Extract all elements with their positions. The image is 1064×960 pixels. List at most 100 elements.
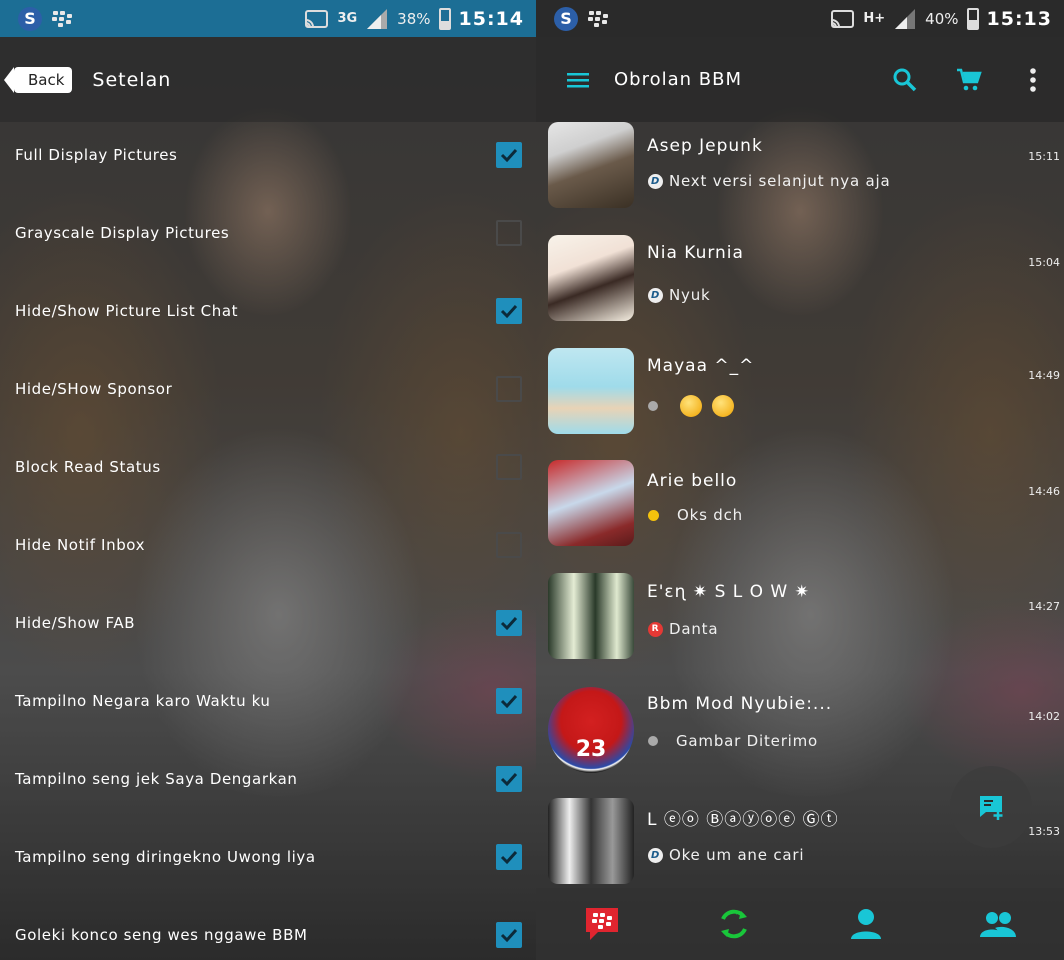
clock: 15:13 — [986, 7, 1052, 30]
setting-checkbox[interactable] — [496, 766, 522, 792]
more-vert-icon[interactable] — [1020, 67, 1046, 93]
setting-row[interactable]: Hide Notif Inbox — [0, 506, 536, 584]
last-message-text: Next versi selanjut nya aja — [669, 172, 891, 190]
clock: 15:14 — [458, 7, 524, 30]
message-time: 14:49 — [1028, 369, 1060, 382]
setting-row[interactable]: Block Read Status — [0, 428, 536, 506]
battery-icon — [438, 7, 451, 30]
settings-screen: S 3G 38% 15:14 Back Setelan Full Display… — [0, 0, 536, 960]
contact-avatar[interactable] — [548, 573, 634, 659]
contact-name: Nia Kurnia — [647, 243, 744, 263]
contact-avatar[interactable] — [548, 460, 634, 546]
setting-checkbox[interactable] — [496, 376, 522, 402]
chat-list-item[interactable]: Nia Kurnia 15:04 D Nyuk — [536, 219, 1064, 332]
message-time: 13:53 — [1028, 825, 1060, 838]
contact-avatar[interactable] — [548, 235, 634, 321]
contact-name: Asep Jepunk — [647, 136, 763, 156]
contact-avatar[interactable] — [548, 798, 634, 884]
setting-checkbox[interactable] — [496, 298, 522, 324]
last-message: R Danta — [648, 620, 718, 638]
network-type: 3G — [337, 10, 358, 26]
check-icon — [500, 694, 518, 709]
setting-checkbox[interactable] — [496, 532, 522, 558]
setting-label: Grayscale Display Pictures — [15, 224, 230, 242]
chat-list-item[interactable]: Mayaa ^_^ 14:49 — [536, 332, 1064, 445]
message-time: 14:46 — [1028, 485, 1060, 498]
delivered-status-icon: D — [648, 847, 663, 863]
setting-label: Hide Notif Inbox — [15, 536, 146, 554]
message-time: 15:04 — [1028, 256, 1060, 269]
avatar-text: 23 — [575, 737, 607, 762]
setting-row[interactable]: Tampilno Negara karo Waktu ku — [0, 662, 536, 740]
back-button[interactable]: Back — [3, 66, 73, 93]
setting-label: Goleki konco seng wes nggawe BBM — [15, 926, 308, 944]
setting-row[interactable]: Tampilno seng jek Saya Dengarkan — [0, 740, 536, 818]
setting-row[interactable]: Goleki konco seng wes nggawe BBM — [0, 896, 536, 960]
contact-avatar[interactable]: 23 — [548, 687, 634, 773]
svg-text:*: * — [734, 909, 739, 920]
bbm-chats-icon[interactable] — [583, 905, 621, 943]
new-chat-fab[interactable] — [950, 766, 1032, 848]
contact-icon[interactable] — [847, 905, 885, 943]
s-app-icon: S — [554, 6, 578, 31]
last-message: Gambar Diterimo — [648, 732, 818, 750]
page-title: Setelan — [92, 68, 172, 91]
setting-row[interactable]: Full Display Pictures — [0, 116, 536, 194]
smiley-emoji-icon — [712, 395, 734, 417]
contact-avatar[interactable] — [548, 348, 634, 434]
battery-percent: 38% — [397, 9, 431, 28]
smiley-emoji-icon — [680, 395, 702, 417]
setting-checkbox[interactable] — [496, 220, 522, 246]
refresh-updates-icon[interactable]: * — [715, 905, 753, 943]
menu-icon[interactable] — [566, 70, 590, 90]
contact-name: Arie bello — [647, 471, 738, 491]
delivered-status-icon: D — [648, 173, 663, 189]
s-app-icon: S — [18, 6, 42, 31]
last-message: D Next versi selanjut nya aja — [648, 172, 890, 190]
battery-percent: 40% — [925, 9, 959, 28]
chat-list-item[interactable]: E'ɛɳ ✷ S L O W ✷ 14:27 R Danta — [536, 557, 1064, 670]
status-dot-icon — [648, 736, 658, 746]
setting-checkbox[interactable] — [496, 142, 522, 168]
last-message-text: Gambar Diterimo — [676, 732, 819, 750]
status-bar: S 3G 38% 15:14 — [0, 0, 536, 37]
page-title: Obrolan BBM — [614, 69, 742, 90]
setting-label: Hide/Show Picture List Chat — [15, 302, 239, 320]
last-message — [648, 395, 740, 417]
last-message-text: Danta — [669, 620, 719, 638]
contact-avatar[interactable] — [548, 122, 634, 208]
chat-list-item[interactable]: Arie bello 14:46 Oks dch — [536, 444, 1064, 557]
setting-checkbox[interactable] — [496, 454, 522, 480]
message-time: 14:27 — [1028, 600, 1060, 613]
setting-checkbox[interactable] — [496, 610, 522, 636]
signal-icon — [895, 8, 916, 29]
setting-row[interactable]: Grayscale Display Pictures — [0, 194, 536, 272]
last-message: D Oke um ane cari — [648, 846, 804, 864]
setting-label: Tampilno seng jek Saya Dengarkan — [15, 770, 298, 788]
last-message-text: Nyuk — [669, 286, 711, 304]
contact-name: E'ɛɳ ✷ S L O W ✷ — [647, 582, 810, 602]
search-icon[interactable] — [892, 67, 918, 93]
setting-checkbox[interactable] — [496, 922, 522, 948]
chat-list-item[interactable]: Asep Jepunk 15:11 D Next versi selanjut nya… — [536, 106, 1064, 219]
signal-icon — [367, 8, 388, 29]
blackberry-icon — [588, 10, 608, 27]
setting-label: Full Display Pictures — [15, 146, 178, 164]
cart-icon[interactable] — [956, 67, 982, 93]
cast-icon — [831, 9, 855, 28]
contact-name: L ⓔⓞ Ⓑⓐⓨⓞⓔ Ⓖⓣ — [647, 810, 839, 830]
delivered-status-icon: D — [648, 287, 663, 303]
blackberry-icon — [52, 10, 72, 27]
setting-row[interactable]: Hide/Show Picture List Chat — [0, 272, 536, 350]
setting-row[interactable]: Hide/Show FAB — [0, 584, 536, 662]
groups-icon[interactable] — [979, 905, 1017, 943]
setting-label: Block Read Status — [15, 458, 161, 476]
setting-label: Tampilno seng diringekno Uwong liya — [15, 848, 316, 866]
message-time: 15:11 — [1028, 150, 1060, 163]
setting-row[interactable]: Tampilno seng diringekno Uwong liya — [0, 818, 536, 896]
cast-icon — [305, 9, 329, 28]
setting-row[interactable]: Hide/SHow Sponsor — [0, 350, 536, 428]
setting-checkbox[interactable] — [496, 844, 522, 870]
setting-checkbox[interactable] — [496, 688, 522, 714]
status-bar: S H+ 40% 15:13 — [536, 0, 1064, 37]
